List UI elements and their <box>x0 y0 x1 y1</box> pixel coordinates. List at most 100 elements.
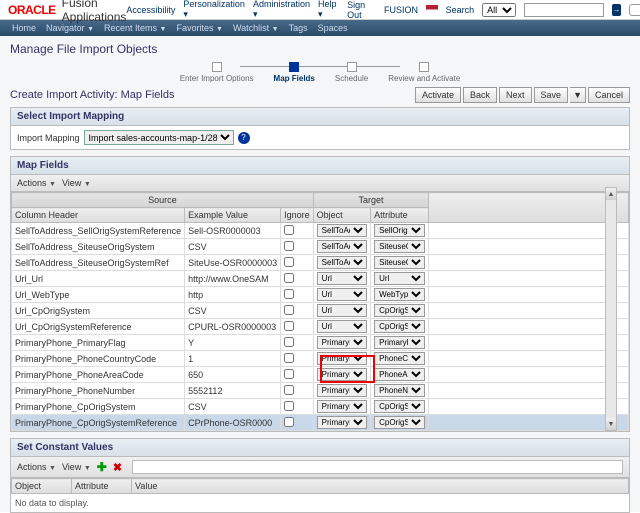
table-row[interactable]: SellToAddress_SellOrigSystemReference Sel… <box>12 223 629 239</box>
ignore-checkbox[interactable] <box>284 257 294 267</box>
object-select[interactable]: Url <box>317 320 367 333</box>
attribute-select[interactable]: CpOrigSystemR <box>374 416 425 429</box>
search-go-icon[interactable]: → <box>612 4 622 16</box>
ignore-checkbox[interactable] <box>284 401 294 411</box>
object-select[interactable]: Url <box>317 272 367 285</box>
cell-column-header: SellToAddress_SellOrigSystemReference <box>12 223 185 239</box>
next-button[interactable]: Next <box>499 87 532 103</box>
nav-navigator[interactable]: Navigator ▼ <box>42 23 98 33</box>
add-icon[interactable]: ✚ <box>97 460 107 474</box>
ignore-checkbox[interactable] <box>284 337 294 347</box>
cv-col-value[interactable]: Value <box>132 479 629 494</box>
signout-link[interactable]: Sign Out <box>347 0 376 20</box>
attribute-select[interactable]: PrimaryFlag <box>374 336 425 349</box>
object-select[interactable]: PrimaryPhone <box>317 416 367 429</box>
accessibility-link[interactable]: Accessibility <box>126 5 175 15</box>
attribute-select[interactable]: CpOrigSystem <box>374 400 425 413</box>
object-select[interactable]: SellToAddress <box>317 224 367 237</box>
cv-filter-input[interactable] <box>132 460 623 474</box>
nav-home[interactable]: Home <box>8 23 40 33</box>
cell-attribute: PhoneAreaCod <box>371 367 429 383</box>
table-row[interactable]: PrimaryPhone_CpOrigSystemCSVPrimaryPhone… <box>12 399 629 415</box>
table-row[interactable]: SellToAddress_SiteuseOrigSystemCSVSellTo… <box>12 239 629 255</box>
col-header[interactable]: Column Header <box>12 208 185 223</box>
col-example[interactable]: Example Value <box>185 208 281 223</box>
wizard-step-3[interactable]: Schedule <box>335 62 368 83</box>
save-button[interactable]: Save <box>534 87 569 103</box>
object-select[interactable]: PrimaryPhone <box>317 384 367 397</box>
table-row[interactable]: Url_CpOrigSystemCSVUrlCpOrigSystem <box>12 303 629 319</box>
cv-col-attribute[interactable]: Attribute <box>72 479 132 494</box>
activate-button[interactable]: Activate <box>415 87 461 103</box>
wizard-step-2[interactable]: Map Fields <box>274 62 315 83</box>
object-select[interactable]: SellToAddress <box>317 256 367 269</box>
table-scrollbar[interactable]: ▲ ▼ <box>605 187 617 431</box>
col-ignore[interactable]: Ignore <box>281 208 314 223</box>
back-button[interactable]: Back <box>463 87 497 103</box>
ignore-checkbox[interactable] <box>284 417 294 427</box>
ignore-checkbox[interactable] <box>284 369 294 379</box>
nav-spaces[interactable]: Spaces <box>314 23 352 33</box>
cv-col-object[interactable]: Object <box>12 479 72 494</box>
scroll-down-icon[interactable]: ▼ <box>606 418 616 430</box>
attribute-select[interactable]: CpOrigSystem <box>374 304 425 317</box>
search-input[interactable] <box>524 3 604 17</box>
object-select[interactable]: SellToAddress <box>317 240 367 253</box>
attribute-select[interactable]: SellOrigSystemR <box>374 224 425 237</box>
actions-menu[interactable]: Actions ▼ <box>17 178 56 188</box>
ignore-checkbox[interactable] <box>284 241 294 251</box>
chat-icon[interactable] <box>629 4 640 16</box>
ignore-checkbox[interactable] <box>284 289 294 299</box>
administration-link[interactable]: Administration ▾ <box>253 0 310 20</box>
attribute-select[interactable]: SiteuseOrigSyst <box>374 240 425 253</box>
object-select[interactable]: Url <box>317 288 367 301</box>
ignore-checkbox[interactable] <box>284 273 294 283</box>
table-row[interactable]: PrimaryPhone_CpOrigSystemReferenceCPrPho… <box>12 415 629 431</box>
table-row[interactable]: PrimaryPhone_PhoneNumber5552112PrimaryPh… <box>12 383 629 399</box>
view-menu[interactable]: View ▼ <box>62 178 91 188</box>
table-row[interactable]: Url_Urlhttp://www.OneSAMUrlUrl <box>12 271 629 287</box>
col-attribute[interactable]: Attribute <box>371 208 429 223</box>
object-select[interactable]: Url <box>317 304 367 317</box>
cancel-button[interactable]: Cancel <box>588 87 630 103</box>
wizard-step-1[interactable]: Enter Import Options <box>180 62 254 83</box>
object-select[interactable]: PrimaryPhone <box>317 400 367 413</box>
scroll-up-icon[interactable]: ▲ <box>606 188 616 200</box>
select-mapping-header: Select Import Mapping <box>11 108 629 126</box>
save-menu-button[interactable]: ▼ <box>570 87 586 103</box>
help-link[interactable]: Help ▾ <box>318 0 339 20</box>
col-object[interactable]: Object <box>313 208 370 223</box>
attribute-select[interactable]: PhoneCountryC <box>374 352 425 365</box>
oracle-logo: ORACLE <box>8 3 56 17</box>
cv-actions-menu[interactable]: Actions ▼ <box>17 462 56 472</box>
attribute-select[interactable]: CpOrigSystemR <box>374 320 425 333</box>
nav-watchlist[interactable]: Watchlist ▼ <box>229 23 283 33</box>
help-icon[interactable]: ? <box>238 132 250 144</box>
personalization-link[interactable]: Personalization ▾ <box>183 0 245 20</box>
ignore-checkbox[interactable] <box>284 305 294 315</box>
attribute-select[interactable]: Url <box>374 272 425 285</box>
attribute-select[interactable]: WebType <box>374 288 425 301</box>
ignore-checkbox[interactable] <box>284 353 294 363</box>
search-scope[interactable]: All <box>482 3 515 17</box>
table-row[interactable]: SellToAddress_SiteuseOrigSystemRefSiteUs… <box>12 255 629 271</box>
highlight-box <box>320 355 375 383</box>
attribute-select[interactable]: PhoneNumber <box>374 384 425 397</box>
table-row[interactable]: Url_WebTypehttpUrlWebType <box>12 287 629 303</box>
nav-recent[interactable]: Recent Items ▼ <box>100 23 170 33</box>
table-row[interactable]: Url_CpOrigSystemReferenceCPURL-OSR000000… <box>12 319 629 335</box>
cv-view-menu[interactable]: View ▼ <box>62 462 91 472</box>
ignore-checkbox[interactable] <box>284 321 294 331</box>
attribute-select[interactable]: PhoneAreaCod <box>374 368 425 381</box>
nav-tags[interactable]: Tags <box>285 23 312 33</box>
delete-icon[interactable]: ✖ <box>113 461 122 474</box>
ignore-checkbox[interactable] <box>284 385 294 395</box>
object-select[interactable]: PrimaryPhone <box>317 336 367 349</box>
attribute-select[interactable]: SiteuseOrigSyst <box>374 256 425 269</box>
table-row[interactable]: PrimaryPhone_PrimaryFlagYPrimaryPhonePri… <box>12 335 629 351</box>
wizard-step-4[interactable]: Review and Activate <box>388 62 460 83</box>
cell-example: 5552112 <box>185 383 281 399</box>
import-mapping-select[interactable]: Import sales-accounts-map-1/28/1 <box>84 130 234 145</box>
ignore-checkbox[interactable] <box>284 225 294 235</box>
nav-favorites[interactable]: Favorites ▼ <box>172 23 226 33</box>
